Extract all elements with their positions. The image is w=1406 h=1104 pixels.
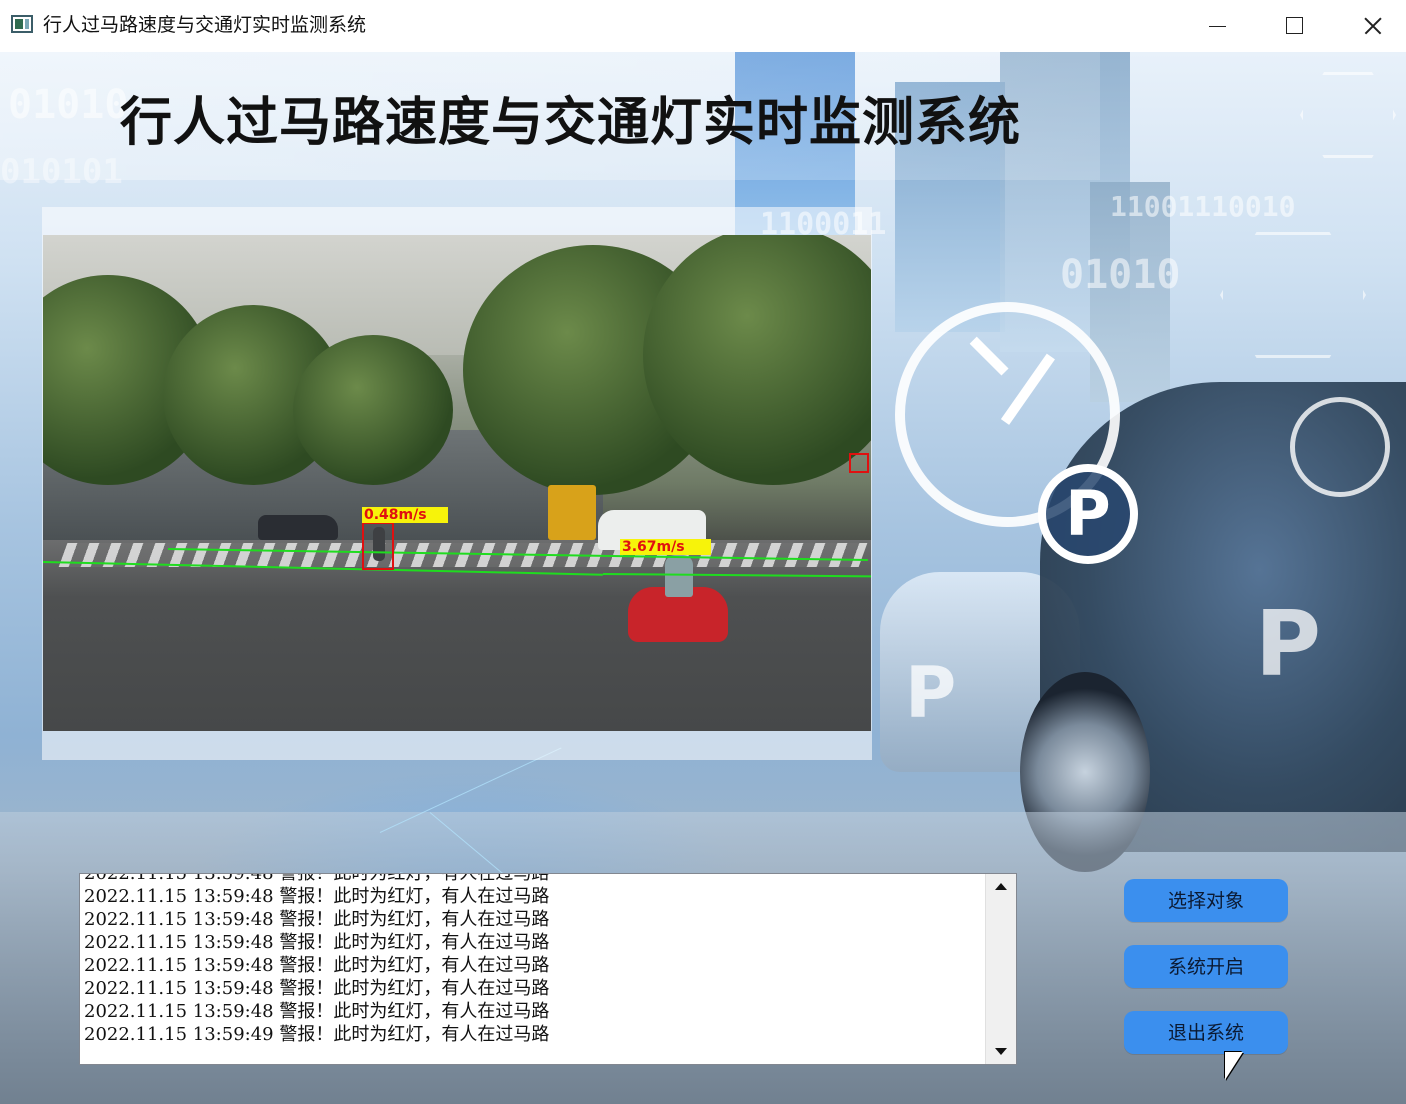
maximize-icon[interactable] (1256, 0, 1334, 52)
log-line: 2022.11.15 13:59:49 警报！此时为红灯，有人在过马路 (84, 1024, 550, 1045)
log-line: 2022.11.15 13:59:48 警报！此时为红灯，有人在过马路 (84, 955, 550, 976)
window-title: 行人过马路速度与交通灯实时监测系统 (43, 14, 367, 36)
system-start-button[interactable]: 系统开启 (1124, 945, 1288, 988)
log-line: 2022.11.15 13:59:48 警报！此时为红灯，有人在过马路 (84, 978, 550, 999)
page-title: 行人过马路速度与交通灯实时监测系统 (120, 93, 1022, 153)
video-rider (665, 555, 693, 597)
background-digits: 11001110010 (1110, 190, 1296, 223)
parking-sign: P (1255, 592, 1321, 697)
traffic-light-detection-box (849, 453, 869, 473)
log-line: 2022.11.15 13:59:48 警报！此时为红灯，有人在过马路 (84, 909, 550, 930)
hexagon-decoration (1300, 72, 1396, 158)
scroll-thumb[interactable] (988, 902, 1013, 1006)
video-truck (548, 485, 596, 540)
video-street (43, 540, 871, 731)
parking-icon: P (1038, 464, 1138, 564)
clock-icon (1290, 397, 1390, 497)
parking-sign: P (905, 652, 957, 734)
log-scrollbar[interactable] (985, 874, 1016, 1064)
speed-label: 3.67m/s (620, 539, 711, 555)
video-car (258, 515, 338, 540)
hexagon-decoration (1220, 232, 1366, 358)
log-line: 2022.11.15 13:59:48 警报！此时为红灯，有人在过马路 (84, 1001, 550, 1022)
minimize-icon[interactable] (1178, 0, 1256, 52)
speed-label: 0.48m/s (362, 507, 448, 523)
pedestrian-detection-box (362, 522, 394, 570)
exit-system-button[interactable]: 退出系统 (1124, 1011, 1288, 1054)
log-lines: 2022.11.15 13:59:48 警报！此时为红灯，有人在过马路 2022… (84, 874, 990, 1046)
video-tree (293, 335, 453, 485)
mouse-cursor-icon (1225, 1052, 1243, 1080)
log-console[interactable]: 2022.11.15 13:59:48 警报！此时为红灯，有人在过马路 2022… (79, 873, 1017, 1065)
close-icon[interactable] (1333, 0, 1406, 52)
log-line: 2022.11.15 13:59:48 警报！此时为红灯，有人在过马路 (84, 932, 550, 953)
log-line: 2022.11.15 13:59:48 警报！此时为红灯，有人在过马路 (84, 886, 550, 907)
scroll-up-arrow-icon[interactable] (986, 874, 1016, 900)
background-digits: 01010 (1060, 252, 1181, 298)
video-display: 0.48m/s 3.67m/s (43, 235, 871, 731)
log-line: 2022.11.15 13:59:48 警报！此时为红灯，有人在过马路 (84, 873, 550, 884)
scroll-down-arrow-icon[interactable] (986, 1038, 1016, 1064)
select-object-button[interactable]: 选择对象 (1124, 879, 1288, 922)
window-titlebar: 行人过马路速度与交通灯实时监测系统 (0, 0, 1406, 53)
app-window-icon (11, 15, 33, 33)
